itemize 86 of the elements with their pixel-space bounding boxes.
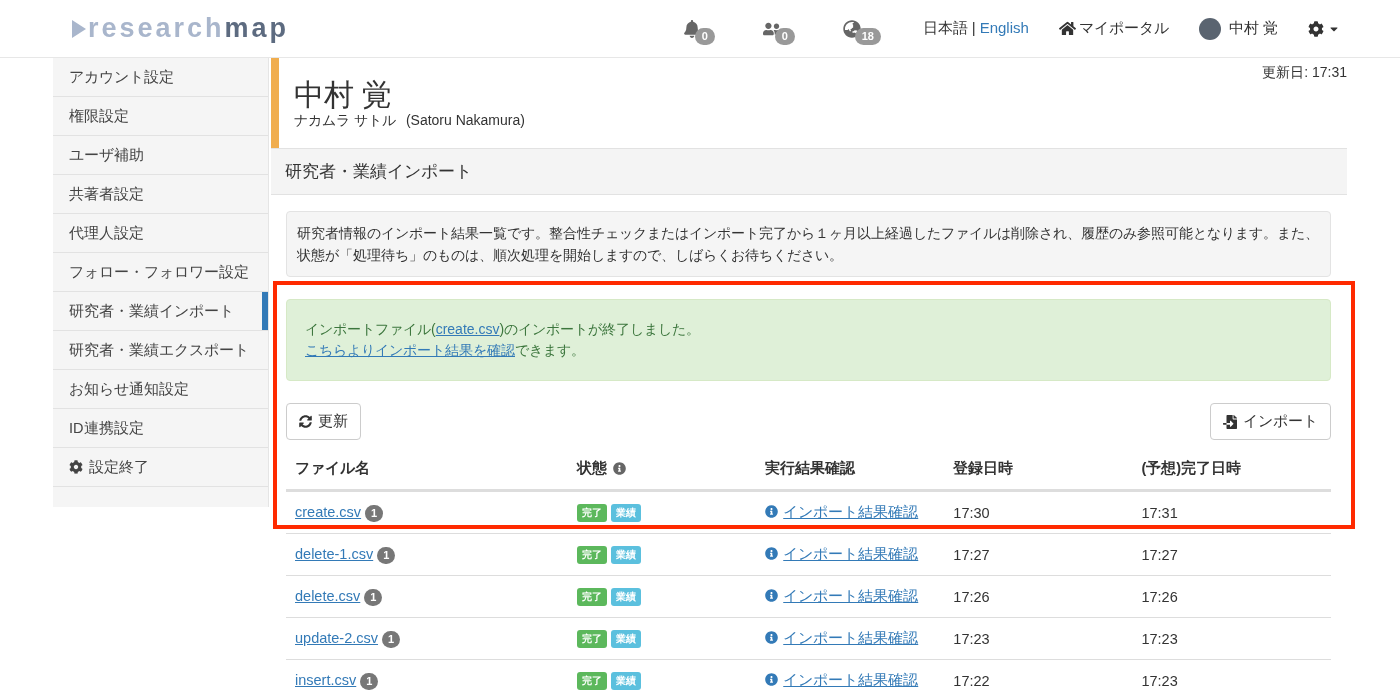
result-link[interactable]: インポート結果確認 xyxy=(783,504,919,520)
info-icon xyxy=(765,547,779,560)
result-link[interactable]: インポート結果確認 xyxy=(783,672,919,688)
count-badge: 0 xyxy=(774,27,795,45)
table-cell: 17:27 xyxy=(1132,533,1331,576)
gear-icon xyxy=(69,460,83,474)
user-name[interactable]: 中村 覚 xyxy=(1228,19,1278,38)
name-roman: (Satoru Nakamura) xyxy=(405,112,525,130)
section-title: 研究者・業績インポート xyxy=(271,148,1347,195)
sidebar-item[interactable]: 権限設定 xyxy=(53,97,268,136)
table-cell: 17:26 xyxy=(944,575,1133,618)
avatar[interactable] xyxy=(1198,17,1221,40)
alert-text: インポートファイル( xyxy=(305,321,436,337)
table-cell: 17:30 xyxy=(944,490,1133,534)
sidebar-item[interactable]: 代理人設定 xyxy=(53,214,268,253)
status-tag: 業績 xyxy=(611,504,642,522)
sidebar-item[interactable]: 共著者設定 xyxy=(53,175,268,214)
file-link[interactable]: create.csv xyxy=(295,503,362,520)
count-badge: 18 xyxy=(854,27,881,45)
table-cell: 17:31 xyxy=(1132,490,1331,534)
import-button[interactable]: インポート xyxy=(1210,403,1331,440)
table-cell: 17:27 xyxy=(944,533,1133,576)
sidebar-item[interactable]: 研究者・業績エクスポート xyxy=(53,331,268,370)
refresh-icon xyxy=(299,415,312,428)
import-icon xyxy=(1223,414,1237,429)
status-tag: 業績 xyxy=(611,546,642,564)
language-link[interactable]: English xyxy=(979,19,1029,38)
sidebar-item[interactable]: ユーザ補助 xyxy=(53,136,268,175)
info-icon xyxy=(765,631,779,644)
status-tag: 完了 xyxy=(577,546,608,564)
updated-date: 更新日: 17:31 xyxy=(1262,64,1347,82)
count-badge: 1 xyxy=(360,672,379,690)
home-icon xyxy=(1058,20,1076,37)
sidebar-item[interactable]: アカウント設定 xyxy=(53,58,268,97)
column-header: 実行結果確認 xyxy=(756,448,945,491)
logo[interactable]: research map xyxy=(70,13,290,44)
status-tag: 業績 xyxy=(611,588,642,606)
table-cell: 17:22 xyxy=(944,659,1133,693)
status-tag: 業績 xyxy=(611,672,642,690)
count-badge: 1 xyxy=(364,588,383,606)
result-link[interactable]: こちらよりインポート結果を確認 xyxy=(305,342,515,358)
result-link[interactable]: インポート結果確認 xyxy=(783,630,919,646)
status-tag: 完了 xyxy=(577,504,608,522)
count-badge: 1 xyxy=(382,630,401,648)
count-badge: 0 xyxy=(694,27,715,45)
count-badge: 1 xyxy=(377,546,396,564)
column-header: 登録日時 xyxy=(944,448,1133,491)
sidebar-item[interactable]: 設定終了 xyxy=(53,448,268,487)
status-tag: 完了 xyxy=(577,630,608,648)
table-cell: 17:23 xyxy=(944,617,1133,660)
separator: | xyxy=(971,19,976,38)
column-header: ファイル名 xyxy=(286,448,569,491)
sidebar-item[interactable]: 研究者・業績インポート xyxy=(53,292,268,331)
sidebar-item[interactable]: お知らせ通知設定 xyxy=(53,370,268,409)
table-cell: 17:23 xyxy=(1132,617,1331,660)
alert-text: できます。 xyxy=(515,342,585,358)
info-icon xyxy=(765,505,779,518)
sidebar-item[interactable]: ID連携設定 xyxy=(53,409,268,448)
result-link[interactable]: インポート結果確認 xyxy=(783,588,919,604)
status-tag: 完了 xyxy=(577,672,608,690)
alert-text: )のインポートが終了しました。 xyxy=(499,321,701,337)
column-header: (予想)完了日時 xyxy=(1132,448,1331,491)
count-badge: 1 xyxy=(365,504,384,522)
language-link[interactable]: 日本語 xyxy=(922,19,968,38)
file-link[interactable]: create.csv xyxy=(435,321,500,337)
table-cell: 17:23 xyxy=(1132,659,1331,693)
file-link[interactable]: update-2.csv xyxy=(295,629,379,646)
bell-icon[interactable] xyxy=(682,19,701,38)
researcher-name: 中村 覚 xyxy=(294,78,394,112)
info-icon[interactable] xyxy=(613,462,627,475)
status-tag: 業績 xyxy=(611,630,642,648)
info-icon xyxy=(765,589,779,602)
refresh-button[interactable]: 更新 xyxy=(286,403,361,440)
info-icon xyxy=(765,673,779,686)
table-cell: 17:26 xyxy=(1132,575,1331,618)
column-title: 状態 xyxy=(577,459,608,478)
file-link[interactable]: delete-1.csv xyxy=(295,545,374,562)
settings-icon[interactable] xyxy=(1308,20,1324,37)
file-link[interactable]: insert.csv xyxy=(295,671,357,688)
status-tag: 完了 xyxy=(577,588,608,606)
name-kana: ナカムラ サトル xyxy=(294,112,396,130)
info-text: 研究者情報のインポート結果一覧です。整合性チェックまたはインポート完了から１ヶ月以上経過したファイルは削除され、履歴のみ参照可能となります。また、状態が「処理待ち」のものは、順次処理を開始しますので、しばらくお待ちください。 xyxy=(286,211,1331,277)
result-link[interactable]: インポート結果確認 xyxy=(783,546,919,562)
portal-link[interactable]: マイポータル xyxy=(1078,19,1169,38)
sidebar-item[interactable]: フォロー・フォロワー設定 xyxy=(53,253,268,292)
file-link[interactable]: delete.csv xyxy=(295,587,361,604)
